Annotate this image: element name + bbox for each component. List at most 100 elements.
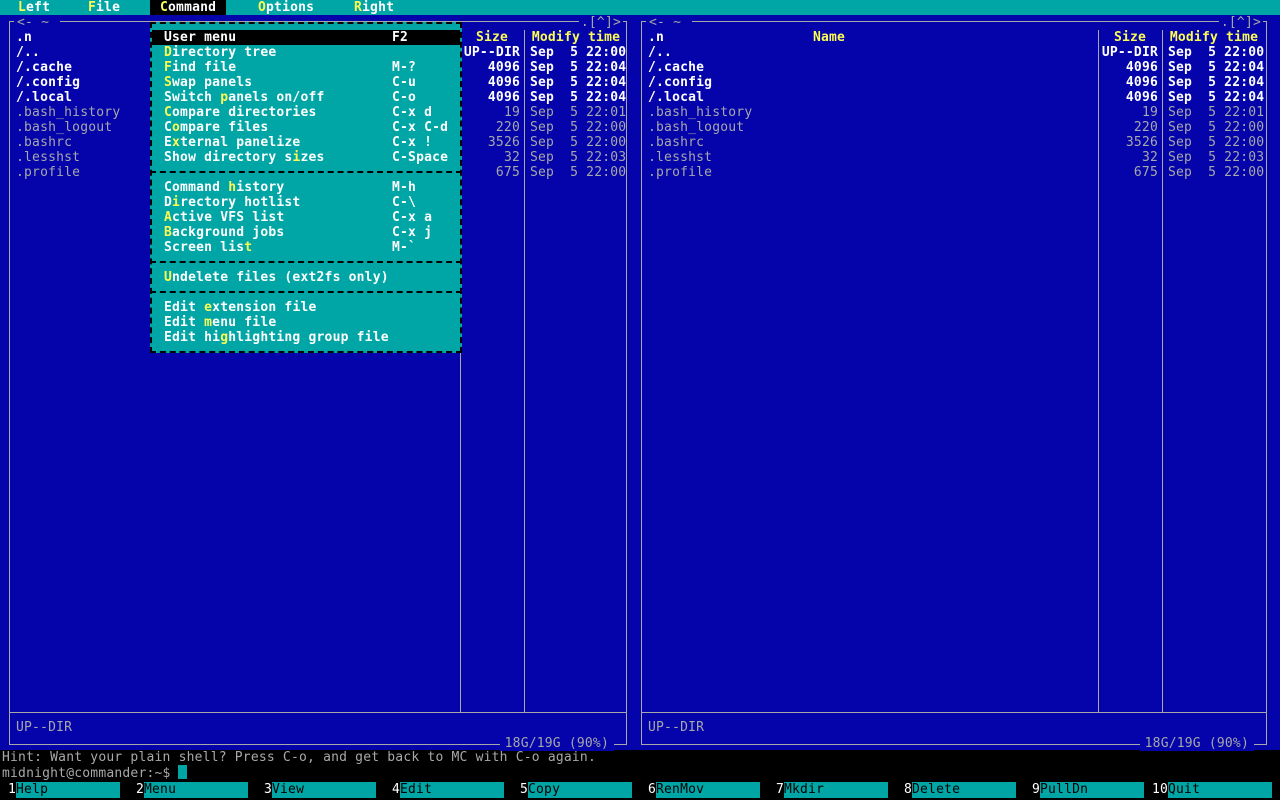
menu-item-active-vfs-list[interactable]: Active VFS list C-x a [152, 210, 460, 225]
file-row[interactable]: /.config 4096 Sep 5 22:04 [642, 75, 1264, 90]
fkey-number: 8 [903, 782, 912, 797]
fkey-mkdir[interactable]: 7 Mkdir [768, 782, 896, 798]
file-row[interactable]: .bash_logout 220 Sep 5 22:00 [642, 120, 1264, 135]
file-size: 675 [1133, 165, 1158, 180]
disk-usage-stats: 18G/19G (90%) [499, 736, 614, 751]
file-name: /.local [16, 90, 73, 105]
file-row[interactable]: /.. UP--DIR Sep 5 22:00 [642, 45, 1264, 60]
menu-item-switch-panels-on-off[interactable]: Switch panels on/off C-o [152, 90, 460, 105]
column-header-size[interactable]: Size [460, 30, 524, 45]
label-hotkey: U [164, 270, 173, 285]
right-file-panel: <- ~ .[^]> .n Name Size Modify time/.. UP--DI… [640, 15, 1268, 751]
mini-status: UP--DIR [648, 720, 705, 735]
menu-item-compare-files[interactable]: Compare files C-x C-d [152, 120, 460, 135]
file-name: .bashrc [16, 135, 73, 150]
menu-item-shortcut: C-x d [392, 105, 433, 120]
menu-item-screen-list[interactable]: Screen list M-` [152, 240, 460, 255]
menu-item-swap-panels[interactable]: Swap panels C-u [152, 75, 460, 90]
label-pre: D [164, 195, 173, 210]
menu-item-directory-tree[interactable]: Directory tree [152, 45, 460, 60]
label-hotkey: g [220, 330, 229, 345]
menu-item-external-panelize[interactable]: External panelize C-x ! [152, 135, 460, 150]
label-hotkey: i [172, 195, 181, 210]
file-row[interactable]: .bash_history 19 Sep 5 22:01 [642, 105, 1264, 120]
menu-item-undelete-files-ext2fs-only[interactable]: Undelete files (ext2fs only) [152, 270, 460, 285]
file-name: /.config [16, 75, 81, 90]
menu-item-edit-extension-file[interactable]: Edit extension file [152, 300, 460, 315]
menu-item-label: Compare directories [164, 105, 317, 120]
menu-item-label: Undelete files (ext2fs only) [164, 270, 389, 285]
shell-prompt-line[interactable]: midnight@commander:~$ [2, 765, 1280, 781]
fkey-delete[interactable]: 8 Delete [896, 782, 1024, 798]
label-pre: Show directory s [164, 150, 293, 165]
menu-item-edit-menu-file[interactable]: Edit menu file [152, 315, 460, 330]
column-header-size[interactable]: Size [1098, 30, 1162, 45]
file-row[interactable]: .bashrc 3526 Sep 5 22:00 [642, 135, 1264, 150]
mini-status: UP--DIR [16, 720, 73, 735]
menu-item-shortcut: M-` [392, 240, 417, 255]
file-name: .bash_history [16, 105, 121, 120]
label-hotkey: R [354, 0, 363, 15]
menu-item-shortcut: C-x j [392, 225, 433, 240]
fkey-view[interactable]: 3 View [256, 782, 384, 798]
label-hotkey: F [88, 0, 97, 15]
menu-item-label: Edit extension file [164, 300, 317, 315]
label-post: irectory tree [172, 45, 277, 60]
fkey-pulldn[interactable]: 9 PullDn [1024, 782, 1152, 798]
label-post: hlighting group file [228, 330, 389, 345]
column-header-name[interactable]: Name [656, 30, 1002, 45]
menubar-item-right[interactable]: Right [354, 0, 394, 15]
menu-item-show-directory-sizes[interactable]: Show directory sizes C-Space [152, 150, 460, 165]
file-row[interactable]: .profile 675 Sep 5 22:00 [642, 165, 1264, 180]
fkey-edit[interactable]: 4 Edit [384, 782, 512, 798]
menu-item-label: Screen list [164, 240, 252, 255]
label-post: rectory hotlist [180, 195, 301, 210]
file-row[interactable]: /.cache 4096 Sep 5 22:04 [642, 60, 1264, 75]
file-mtime: Sep 5 22:00 [530, 120, 627, 135]
menu-item-shortcut: M-h [392, 180, 417, 195]
menu-item-command-history[interactable]: Command history M-h [152, 180, 460, 195]
menu-item-edit-highlighting-group-file[interactable]: Edit highlighting group file [152, 330, 460, 345]
menubar-item-options[interactable]: Options [258, 0, 314, 15]
panel-path-title[interactable]: <- ~ [646, 15, 693, 30]
fkey-renmov[interactable]: 6 RenMov [640, 782, 768, 798]
menubar-item-file[interactable]: File [88, 0, 120, 15]
fkey-copy[interactable]: 5 Copy [512, 782, 640, 798]
menu-item-shortcut: C-Space [392, 150, 449, 165]
fkey-label: Menu [144, 782, 248, 798]
mini-status-separator [642, 712, 1266, 713]
menubar-item-left[interactable]: Left [18, 0, 50, 15]
file-name: .profile [16, 165, 81, 180]
label-post: xtension file [212, 300, 317, 315]
fkey-quit[interactable]: 10 Quit [1152, 782, 1280, 798]
file-row[interactable]: .lesshst 32 Sep 5 22:03 [642, 150, 1264, 165]
file-name: /.cache [16, 60, 73, 75]
fkey-menu[interactable]: 2 Menu [128, 782, 256, 798]
menu-item-compare-directories[interactable]: Compare directories C-x d [152, 105, 460, 120]
menu-item-directory-hotlist[interactable]: Directory hotlist C-\ [152, 195, 460, 210]
column-header-modify-time[interactable]: Modify time [1162, 30, 1266, 45]
panel-corner-marks[interactable]: .[^]> [578, 15, 623, 30]
file-name: .bash_logout [16, 120, 113, 135]
fkey-help[interactable]: 1 Help [0, 782, 128, 798]
label-post: istory [236, 180, 285, 195]
file-mtime: Sep 5 22:01 [1168, 105, 1265, 120]
file-name: .lesshst [16, 150, 81, 165]
fkey-label: PullDn [1040, 782, 1144, 798]
fkey-label: Help [16, 782, 120, 798]
menu-item-background-jobs[interactable]: Background jobs C-x j [152, 225, 460, 240]
file-mtime: Sep 5 22:00 [1168, 120, 1265, 135]
menubar-item-command[interactable]: Command [150, 0, 227, 15]
label-hotkey: m [204, 315, 213, 330]
menu-item-user-menu[interactable]: User menu F2 [152, 30, 460, 45]
column-header-modify-time[interactable]: Modify time [524, 30, 628, 45]
panel-corner-marks[interactable]: .[^]> [1218, 15, 1263, 30]
file-name: .profile [648, 165, 713, 180]
menu-item-find-file[interactable]: Find file M-? [152, 60, 460, 75]
file-size: 4096 [1125, 90, 1158, 105]
panel-path-title[interactable]: <- ~ [14, 15, 61, 30]
file-row[interactable]: /.local 4096 Sep 5 22:04 [642, 90, 1264, 105]
file-name: /.config [648, 75, 713, 90]
fkey-number: 7 [775, 782, 784, 797]
menu-item-shortcut: C-o [392, 90, 417, 105]
